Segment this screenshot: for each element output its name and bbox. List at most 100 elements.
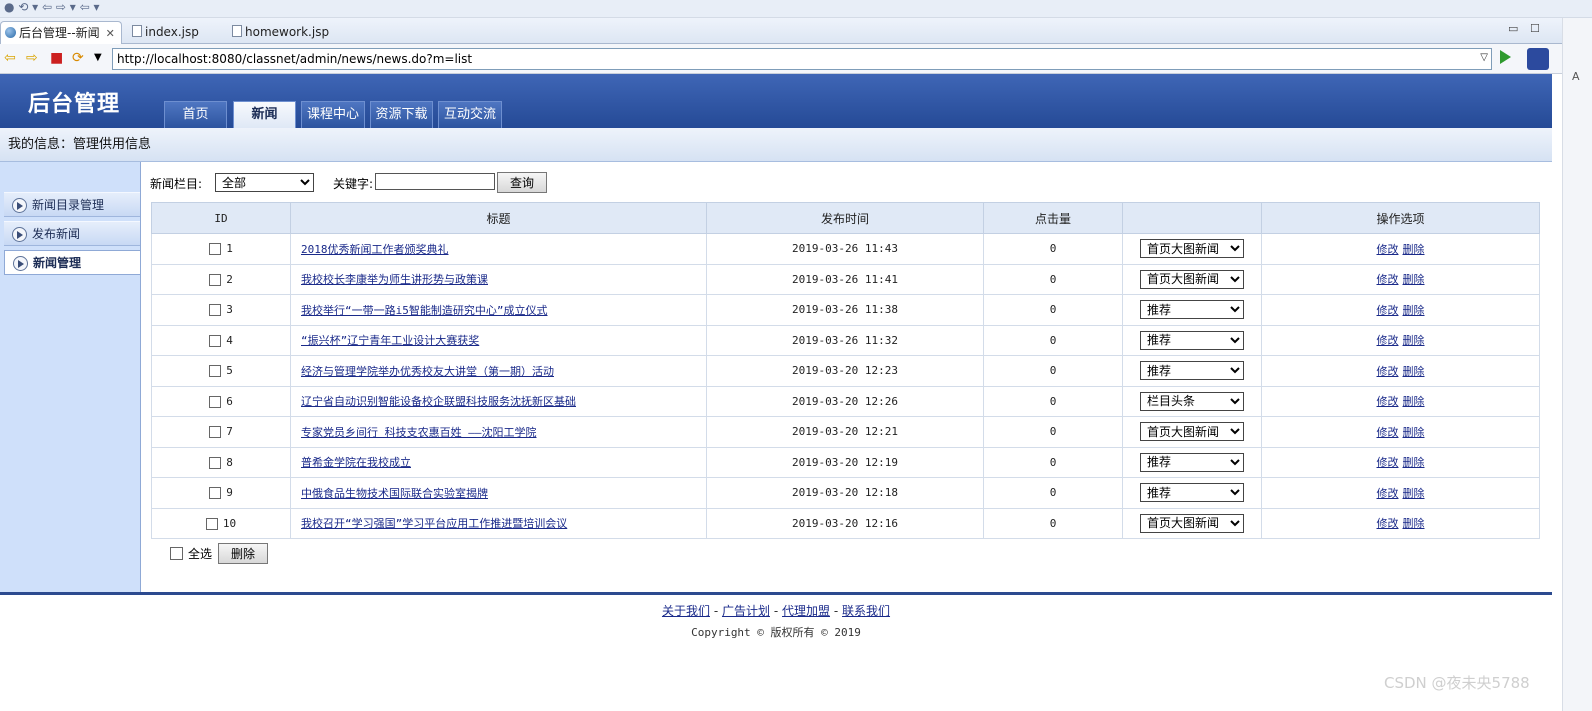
row-title-cell: 我校举行“一带一路i5智能制造研究中心”成立仪式 [290,294,707,326]
delete-link[interactable]: 删除 [1403,395,1425,408]
url-dropdown-icon[interactable]: ▽ [1480,52,1488,63]
category-select[interactable]: 全部 [215,173,314,192]
sidebar-item-news-categories[interactable]: 新闻目录管理 [4,192,140,217]
select-all[interactable]: 全选 [170,545,212,562]
row-title-link[interactable]: 普希金学院在我校成立 [301,456,411,469]
row-title-link[interactable]: 中俄食品生物技术国际联合实验室揭牌 [301,487,488,500]
row-type-select[interactable]: 首页大图新闻 [1140,239,1244,259]
edit-link[interactable]: 修改 [1377,334,1399,347]
edit-link[interactable]: 修改 [1377,395,1399,408]
tab-index-jsp[interactable]: index.jsp [128,21,218,44]
nav-news[interactable]: 新闻 [233,101,296,128]
delete-link[interactable]: 删除 [1403,304,1425,317]
nav-downloads[interactable]: 资源下载 [370,101,433,128]
tab-homework-jsp[interactable]: homework.jsp [228,21,338,44]
maximize-icon[interactable]: ☐ [1530,22,1540,35]
delete-link[interactable]: 删除 [1403,243,1425,256]
footer-link-about[interactable]: 关于我们 [662,604,710,618]
row-type-select[interactable]: 推荐 [1140,361,1244,381]
row-title-link[interactable]: 2018优秀新闻工作者颁奖典礼 [301,243,449,256]
row-checkbox[interactable] [209,334,222,347]
row-checkbox[interactable] [209,395,222,408]
row-title-cell: 经济与管理学院举办优秀校友大讲堂（第一期）活动 [290,355,707,387]
row-type-select[interactable]: 推荐 [1140,483,1244,503]
delete-link[interactable]: 删除 [1403,517,1425,530]
delete-link[interactable]: 删除 [1403,487,1425,500]
footer-link-agent[interactable]: 代理加盟 [782,604,830,618]
row-checkbox[interactable] [209,304,222,317]
row-title-link[interactable]: 辽宁省自动识别智能设备校企联盟科技服务沈抚新区基础 [301,395,576,408]
row-id-cell: 4 [151,324,291,356]
delete-link[interactable]: 删除 [1403,273,1425,286]
go-icon[interactable] [1500,50,1511,64]
row-checkbox[interactable] [209,456,222,469]
stop-icon[interactable]: ■ [50,51,63,65]
url-input[interactable] [113,49,1463,69]
row-type-select[interactable]: 推荐 [1140,452,1244,472]
extension-icon[interactable] [1527,48,1549,70]
sidebar-item-publish-news[interactable]: 发布新闻 [4,221,140,246]
keyword-input[interactable] [375,173,495,190]
nav-home[interactable]: 首页 [164,101,227,128]
row-type-select[interactable]: 推荐 [1140,330,1244,350]
row-type-select[interactable]: 首页大图新闻 [1140,422,1244,442]
forward-icon[interactable]: ⇨ [26,51,38,65]
edit-link[interactable]: 修改 [1377,243,1399,256]
table-row: 5 经济与管理学院举办优秀校友大讲堂（第一期）活动 2019-03-20 12:23… [151,355,1540,387]
table-row: 10 我校召开“学习强国”学习平台应用工作推进暨培训会议 2019-03-20 12… [151,507,1540,539]
delete-link[interactable]: 删除 [1403,426,1425,439]
search-button[interactable]: 查询 [497,172,547,193]
edit-link[interactable]: 修改 [1377,365,1399,378]
row-title-link[interactable]: 我校召开“学习强国”学习平台应用工作推进暨培训会议 [301,517,567,530]
sidebar-item-news-management[interactable]: 新闻管理 [4,250,140,275]
table-row: 9 中俄食品生物技术国际联合实验室揭牌 2019-03-20 12:18 0 推荐 修改删… [151,477,1540,509]
edit-link[interactable]: 修改 [1377,456,1399,469]
nav-interaction[interactable]: 互动交流 [438,101,502,128]
row-title-link[interactable]: 我校举行“一带一路i5智能制造研究中心”成立仪式 [301,304,548,317]
edit-link[interactable]: 修改 [1377,487,1399,500]
nav-courses[interactable]: 课程中心 [301,101,365,128]
col-title: 标题 [290,202,707,234]
edit-link[interactable]: 修改 [1377,273,1399,286]
chevron-down-icon[interactable]: ▼ [94,51,102,65]
row-type-cell: 首页大图新闻 [1122,233,1262,265]
delete-link[interactable]: 删除 [1403,456,1425,469]
file-icon [132,25,142,37]
close-icon[interactable]: ✕ [106,27,115,40]
row-type-select[interactable]: 栏目头条 [1140,391,1244,411]
delete-link[interactable]: 删除 [1403,365,1425,378]
footer-link-contact[interactable]: 联系我们 [842,604,890,618]
table-row: 6 辽宁省自动识别智能设备校企联盟科技服务沈抚新区基础 2019-03-20 12:… [151,385,1540,417]
select-all-checkbox[interactable] [170,547,183,560]
row-title-cell: “振兴杯”辽宁青年工业设计大赛获奖 [290,324,707,356]
back-icon[interactable]: ⇦ [4,51,16,65]
row-checkbox[interactable] [209,243,222,256]
row-ops-cell: 修改 删除 [1261,477,1540,509]
edit-link[interactable]: 修改 [1377,426,1399,439]
row-type-select[interactable]: 推荐 [1140,300,1244,320]
row-title-link[interactable]: 经济与管理学院举办优秀校友大讲堂（第一期）活动 [301,365,554,378]
row-type-select[interactable]: 首页大图新闻 [1140,513,1244,533]
table-body: 1 2018优秀新闻工作者颁奖典礼 2019-03-26 11:43 0 首页大图新闻修… [151,233,1540,539]
row-type-select[interactable]: 首页大图新闻 [1140,269,1244,289]
tab-news-admin[interactable]: 后台管理--新闻 ✕ [0,21,122,44]
toolbar-icons[interactable]: ● ⟲ ▾ ⇦ ⇨ ▾ ⇦ ▾ [4,0,99,16]
row-id: 1 [226,242,233,256]
refresh-icon[interactable]: ⟳ [72,51,84,65]
row-checkbox[interactable] [209,365,222,378]
row-checkbox[interactable] [209,273,222,286]
row-checkbox[interactable] [205,517,218,530]
row-title-link[interactable]: 专家党员乡间行 科技支农惠百姓 ——沈阳工学院 [301,426,537,439]
row-checkbox[interactable] [209,487,222,500]
row-title-link[interactable]: “振兴杯”辽宁青年工业设计大赛获奖 [301,334,479,347]
delete-link[interactable]: 删除 [1403,334,1425,347]
bulk-delete-button[interactable]: 删除 [218,543,268,564]
footer-link-ads[interactable]: 广告计划 [722,604,770,618]
edit-link[interactable]: 修改 [1377,304,1399,317]
row-title-link[interactable]: 我校校长李康举为师生讲形势与政策课 [301,273,488,286]
row-checkbox[interactable] [209,426,222,439]
row-hits: 0 [983,324,1123,356]
minimize-icon[interactable]: ▭ [1508,22,1518,35]
row-time: 2019-03-20 12:21 [706,416,984,448]
edit-link[interactable]: 修改 [1377,517,1399,530]
